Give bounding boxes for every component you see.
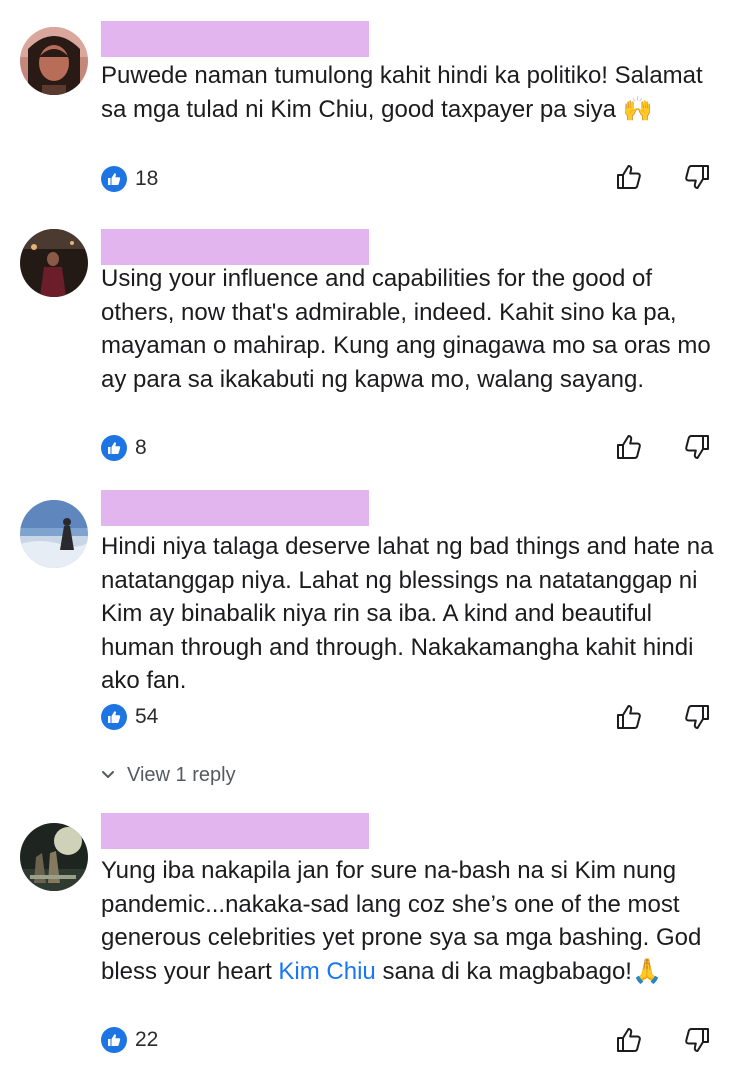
author-name-redacted[interactable]: [101, 21, 369, 57]
like-count: 22: [135, 1028, 159, 1051]
comment-text: Puwede naman tumulong kahit hindi ka pol…: [101, 59, 721, 126]
like-count: 8: [135, 436, 147, 459]
upvote-button[interactable]: [612, 162, 646, 196]
comment-text-segment: sana di ka magbabago!🙏: [375, 957, 662, 985]
like-summary[interactable]: 18: [101, 165, 158, 193]
downvote-button[interactable]: [680, 432, 714, 466]
author-name-redacted[interactable]: [101, 813, 369, 849]
comment-text: Yung iba nakapila jan for sure na-bash n…: [101, 854, 721, 988]
comment-text: Hindi niya talaga deserve lahat ng bad t…: [101, 530, 721, 698]
avatar[interactable]: [20, 500, 88, 568]
thumbs-up-outline-icon: [614, 162, 644, 197]
downvote-button[interactable]: [680, 702, 714, 736]
like-count: 18: [135, 167, 159, 190]
upvote-button[interactable]: [612, 1025, 646, 1059]
like-badge-icon: [101, 704, 127, 730]
avatar-photo: [20, 27, 88, 95]
upvote-button[interactable]: [612, 432, 646, 466]
thumbs-down-outline-icon: [682, 432, 712, 467]
view-replies-label: View 1 reply: [127, 763, 236, 786]
thumbs-up-outline-icon: [614, 702, 644, 737]
comment-text-segment: Using your influence and capabilities fo…: [101, 265, 711, 393]
like-summary[interactable]: 54: [101, 703, 158, 731]
author-name-redacted[interactable]: [101, 490, 369, 526]
avatar[interactable]: [20, 27, 88, 95]
avatar-photo: [20, 229, 88, 297]
avatar[interactable]: [20, 229, 88, 297]
downvote-button[interactable]: [680, 1025, 714, 1059]
thumbs-down-outline-icon: [682, 162, 712, 197]
avatar[interactable]: [20, 823, 88, 891]
avatar-photo: [20, 500, 88, 568]
like-badge-icon: [101, 166, 127, 192]
thumbs-down-outline-icon: [682, 1025, 712, 1060]
chevron-down-icon: [101, 770, 115, 780]
comment-text: Using your influence and capabilities fo…: [101, 262, 721, 396]
comment-text-segment: Hindi niya talaga deserve lahat ng bad t…: [101, 533, 714, 694]
thumbs-up-outline-icon: [614, 432, 644, 467]
mention-link[interactable]: Kim Chiu: [278, 958, 375, 985]
like-summary[interactable]: 8: [101, 434, 147, 462]
upvote-button[interactable]: [612, 702, 646, 736]
thumbs-up-outline-icon: [614, 1025, 644, 1060]
downvote-button[interactable]: [680, 162, 714, 196]
author-name-redacted[interactable]: [101, 229, 369, 265]
avatar-photo: [20, 823, 88, 891]
comment-text-segment: Puwede naman tumulong kahit hindi ka pol…: [101, 62, 703, 123]
view-replies-button[interactable]: View 1 reply: [101, 762, 236, 788]
thumbs-down-outline-icon: [682, 702, 712, 737]
like-badge-icon: [101, 1027, 127, 1053]
like-badge-icon: [101, 435, 127, 461]
like-count: 54: [135, 705, 159, 728]
like-summary[interactable]: 22: [101, 1026, 158, 1054]
